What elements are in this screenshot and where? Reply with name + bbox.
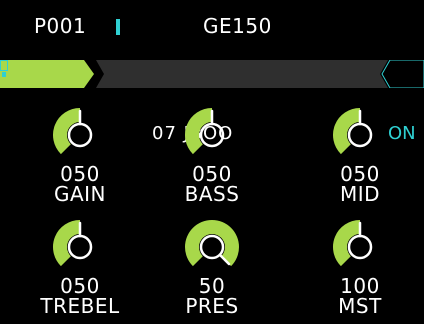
knob-level-arc <box>52 108 80 155</box>
device-name: GE150 <box>203 14 272 38</box>
knob-value: 100 <box>340 274 380 298</box>
knob-dial[interactable] <box>182 106 242 164</box>
knob-label: GAIN <box>53 182 107 206</box>
knob-level-arc <box>52 220 80 267</box>
knob-dial[interactable] <box>50 218 110 276</box>
knob-mst[interactable]: 100 MST <box>300 218 420 316</box>
knob-label: MST <box>338 294 382 318</box>
knob-pres[interactable]: 50 PRES <box>152 218 272 316</box>
knob-value: 050 <box>192 162 232 186</box>
knob-trebel[interactable]: 050 TREBEL <box>20 218 140 316</box>
knob-value: 050 <box>60 162 100 186</box>
knob-center-ring <box>67 122 93 148</box>
knob-value: 050 <box>60 274 100 298</box>
knob-label: TREBEL <box>40 294 120 318</box>
knob-level-arc <box>185 108 212 155</box>
knob-dial[interactable] <box>330 218 390 276</box>
knob-center-ring <box>347 234 373 260</box>
knob-mid[interactable]: 050 MID <box>300 106 420 204</box>
knob-level-arc <box>333 220 360 267</box>
knob-center-ring <box>67 234 93 260</box>
footswitch-icon <box>0 60 8 77</box>
knob-dial[interactable] <box>50 106 110 164</box>
top-bar: P001 GE150 <box>0 0 424 48</box>
preset-number[interactable]: P001 <box>34 14 86 38</box>
edit-cursor <box>116 19 120 35</box>
knob-center-ring <box>199 122 225 148</box>
module-bar: AMP 07 JBOO ON <box>0 60 424 144</box>
knob-dial[interactable] <box>330 106 390 164</box>
knob-dial[interactable] <box>182 218 242 276</box>
knob-center-ring <box>347 122 373 148</box>
knob-label: MID <box>339 182 381 206</box>
knob-gain[interactable]: 050 GAIN <box>20 106 140 204</box>
knob-label: PRES <box>185 294 239 318</box>
knob-level-arc <box>333 108 360 155</box>
module-bar-shape <box>0 60 424 88</box>
knob-bass[interactable]: 050 BASS <box>152 106 272 204</box>
knob-label: BASS <box>184 182 240 206</box>
knob-value: 50 <box>198 274 226 298</box>
knob-value: 050 <box>340 162 380 186</box>
